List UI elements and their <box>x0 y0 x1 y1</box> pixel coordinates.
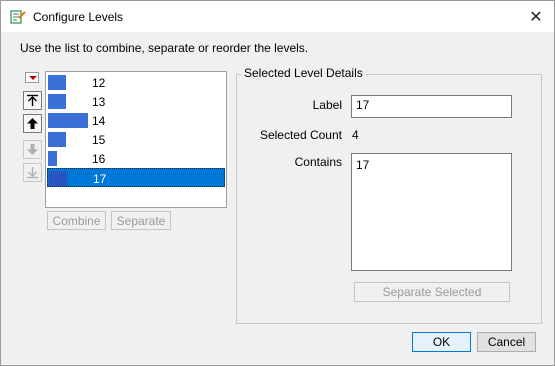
close-icon: ✕ <box>529 8 543 26</box>
list-item[interactable]: 12 <box>47 73 225 92</box>
separate-button[interactable]: Separate <box>111 211 171 230</box>
list-item-label: 16 <box>92 152 106 166</box>
combine-button[interactable]: Combine <box>47 211 106 230</box>
count-bar <box>48 94 66 109</box>
move-down-icon <box>27 144 38 155</box>
window-title: Configure Levels <box>33 10 124 24</box>
selected-level-details-title: Selected Level Details <box>241 66 366 80</box>
move-to-bottom-button[interactable] <box>23 163 42 182</box>
list-item[interactable]: 17 <box>47 168 225 187</box>
count-bar <box>48 151 57 166</box>
move-down-button[interactable] <box>23 140 42 159</box>
selected-count-caption: Selected Count <box>259 128 342 142</box>
count-bar <box>48 113 88 128</box>
levels-listbox[interactable]: 12 13 14 15 16 17 <box>45 71 227 208</box>
ok-button[interactable]: OK <box>412 332 471 352</box>
list-item-label: 12 <box>92 76 106 90</box>
list-item-label: 17 <box>93 172 107 186</box>
title-bar: Configure Levels ✕ <box>1 1 554 32</box>
move-up-icon <box>27 118 38 129</box>
move-up-button[interactable] <box>23 114 42 133</box>
move-to-top-button[interactable] <box>23 91 42 110</box>
list-item[interactable]: 13 <box>47 92 225 111</box>
instructions-text: Use the list to combine, separate or reo… <box>20 41 309 55</box>
list-item[interactable]: 15 <box>47 130 225 149</box>
move-to-top-icon <box>27 94 38 106</box>
list-item-label: 13 <box>92 95 106 109</box>
count-bar <box>49 171 67 186</box>
count-bar <box>48 132 66 147</box>
contains-item[interactable]: 17 <box>356 158 507 172</box>
list-item-label: 14 <box>92 114 106 128</box>
red-triangle-menu-icon <box>29 76 37 80</box>
separate-selected-button[interactable]: Separate Selected <box>354 282 510 302</box>
count-bar <box>48 75 66 90</box>
list-item-label: 15 <box>92 133 106 147</box>
label-input[interactable]: 17 <box>351 95 512 118</box>
contains-caption: Contains <box>294 155 342 169</box>
list-item[interactable]: 16 <box>47 149 225 168</box>
move-to-bottom-icon <box>27 167 38 179</box>
label-caption: Label <box>312 98 342 112</box>
close-button[interactable]: ✕ <box>518 1 554 32</box>
cancel-button[interactable]: Cancel <box>477 332 536 352</box>
red-triangle-menu-button[interactable] <box>25 72 39 83</box>
selected-count-value: 4 <box>352 128 359 142</box>
list-item[interactable]: 14 <box>47 111 225 130</box>
contains-listbox[interactable]: 17 <box>351 153 512 271</box>
jmp-app-icon <box>10 10 26 24</box>
configure-levels-dialog: Configure Levels ✕ Use the list to combi… <box>0 0 555 366</box>
